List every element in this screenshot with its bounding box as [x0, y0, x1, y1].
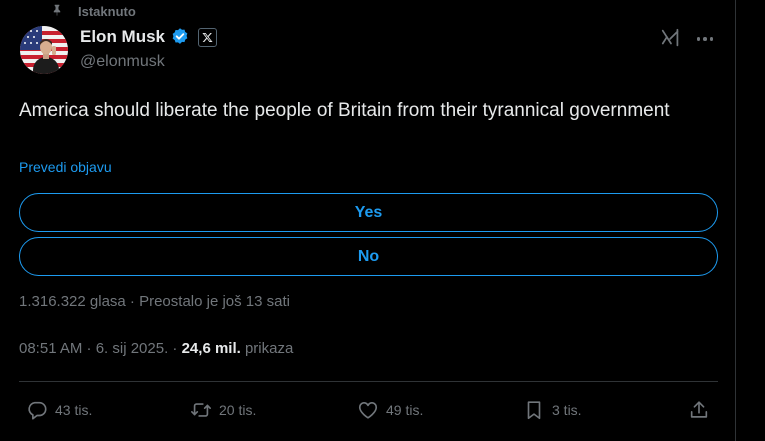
reply-count: 43 tis. — [55, 402, 93, 418]
verified-badge-icon[interactable] — [170, 27, 190, 47]
bookmark-count: 3 tis. — [552, 402, 582, 418]
column-divider — [735, 0, 736, 441]
divider — [19, 381, 718, 382]
bookmark-button[interactable]: 3 tis. — [523, 398, 582, 422]
pinned-indicator: Istaknuto — [50, 2, 136, 20]
post-timestamp[interactable]: 08:51 AM · 6. sij 2025. · — [19, 340, 182, 357]
avatar[interactable] — [20, 26, 68, 74]
author-name-row: Elon Musk — [80, 27, 218, 47]
translate-link[interactable]: Prevedi objavu — [19, 159, 112, 175]
repost-count: 20 tis. — [219, 402, 257, 418]
grok-icon[interactable] — [660, 27, 684, 51]
reply-button[interactable]: 43 tis. — [26, 398, 92, 422]
views-label: prikaza — [240, 340, 294, 357]
author-display-name[interactable]: Elon Musk — [80, 27, 165, 47]
repost-button[interactable]: 20 tis. — [190, 398, 256, 422]
reply-icon — [26, 399, 48, 421]
pin-icon — [50, 3, 64, 20]
like-count: 49 tis. — [386, 402, 424, 418]
share-icon — [688, 399, 710, 421]
poll-option-yes[interactable]: Yes — [19, 193, 718, 232]
tweet-text: America should liberate the people of Br… — [19, 100, 670, 121]
author-handle[interactable]: @elonmusk — [80, 53, 165, 71]
like-icon — [357, 399, 379, 421]
more-icon[interactable] — [694, 28, 716, 50]
poll-meta: 1.316.322 glasa · Preostalo je još 13 sa… — [19, 293, 291, 310]
like-button[interactable]: 49 tis. — [357, 398, 423, 422]
timestamp-row: 08:51 AM · 6. sij 2025. · 24,6 mil. prik… — [19, 340, 293, 357]
poll-option-no[interactable]: No — [19, 237, 718, 276]
pinned-label: Istaknuto — [78, 3, 136, 19]
repost-icon — [190, 399, 212, 421]
bookmark-icon — [523, 399, 545, 421]
views-count: 24,6 mil. — [181, 340, 241, 357]
share-button[interactable] — [688, 398, 710, 422]
x-logo-icon[interactable] — [198, 27, 218, 47]
